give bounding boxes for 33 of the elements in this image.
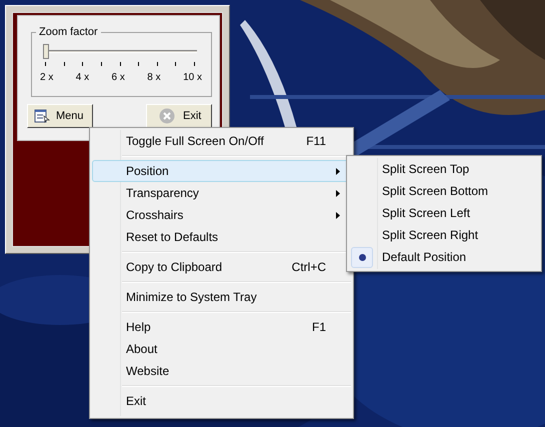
menu-icon <box>34 109 50 123</box>
menu-button[interactable]: Menu <box>27 104 93 128</box>
tick-label: 6 x <box>112 73 125 83</box>
shortcut-label: F11 <box>306 133 326 150</box>
tick-label: 8 x <box>147 73 161 83</box>
tick-mark <box>175 62 176 66</box>
tick-mark <box>82 62 84 66</box>
menu-item[interactable]: Minimize to System Tray <box>92 286 351 308</box>
menu-item[interactable]: Website <box>92 360 351 382</box>
tick-mark <box>64 62 65 66</box>
submenu-item[interactable]: Split Screen Right <box>349 224 539 246</box>
tick-mark <box>194 62 195 66</box>
tick-mark <box>45 62 46 66</box>
submenu-item[interactable]: Default Position <box>349 246 539 268</box>
tick-mark <box>138 62 140 66</box>
group-title: Zoom factor <box>38 27 99 38</box>
menu-item[interactable]: Help F1 <box>92 316 351 338</box>
menu-item[interactable]: Exit <box>92 390 351 412</box>
tick-label: 10 x <box>183 73 202 83</box>
submenu-item[interactable]: Split Screen Left <box>349 202 539 224</box>
exit-button[interactable]: Exit <box>146 104 212 128</box>
tick-label: 4 x <box>76 73 90 83</box>
submenu-item[interactable]: Split Screen Top <box>349 158 539 180</box>
submenu-item[interactable]: Split Screen Bottom <box>349 180 539 202</box>
shortcut-label: F1 <box>312 319 326 336</box>
menu-item[interactable]: About <box>92 338 351 360</box>
tick-label: 2 x <box>40 73 54 83</box>
zoom-slider[interactable] <box>43 44 197 60</box>
close-icon <box>159 108 175 124</box>
tick-mark <box>100 62 102 66</box>
shortcut-label: Ctrl+C <box>292 259 326 276</box>
menu-item[interactable]: Toggle Full Screen On/Off F11 <box>92 130 351 152</box>
tick-mark <box>156 62 158 66</box>
